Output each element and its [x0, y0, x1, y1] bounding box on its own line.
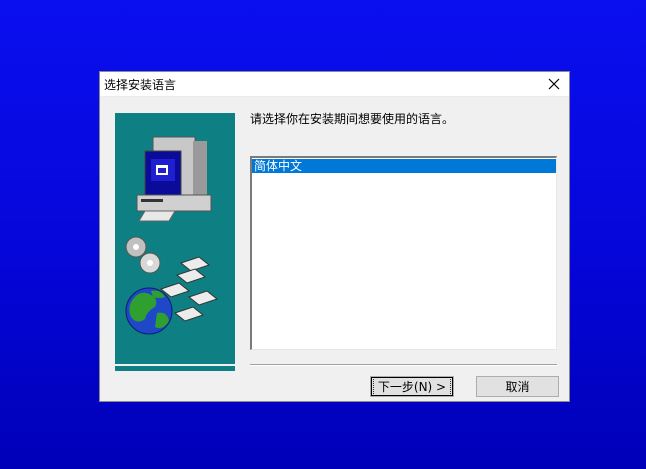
button-separator	[250, 364, 557, 366]
setup-sidebar	[115, 113, 235, 364]
globe-icon	[125, 287, 173, 335]
next-button-label: 下一步(N) >	[372, 377, 452, 396]
language-listbox[interactable]: 简体中文	[250, 156, 557, 350]
cancel-button-label: 取消	[505, 380, 530, 394]
dialog-titlebar[interactable]: 选择安装语言	[100, 72, 569, 97]
language-option[interactable]: 简体中文	[252, 159, 556, 173]
close-icon	[548, 78, 560, 90]
sidebar-strip	[115, 366, 235, 371]
dialog-title: 选择安装语言	[104, 78, 177, 92]
cancel-button[interactable]: 取消	[476, 376, 559, 397]
cd-icon	[125, 236, 161, 274]
computer-icon	[136, 136, 212, 222]
close-button[interactable]	[539, 72, 569, 96]
next-button[interactable]: 下一步(N) >	[370, 376, 454, 397]
setup-wizard-illustration	[125, 136, 219, 335]
language-dialog: 选择安装语言 请选择你在安装期间想要使用的语言。 简体中文 下一步(N) > 取…	[99, 71, 570, 402]
language-prompt: 请选择你在安装期间想要使用的语言。	[250, 112, 455, 126]
